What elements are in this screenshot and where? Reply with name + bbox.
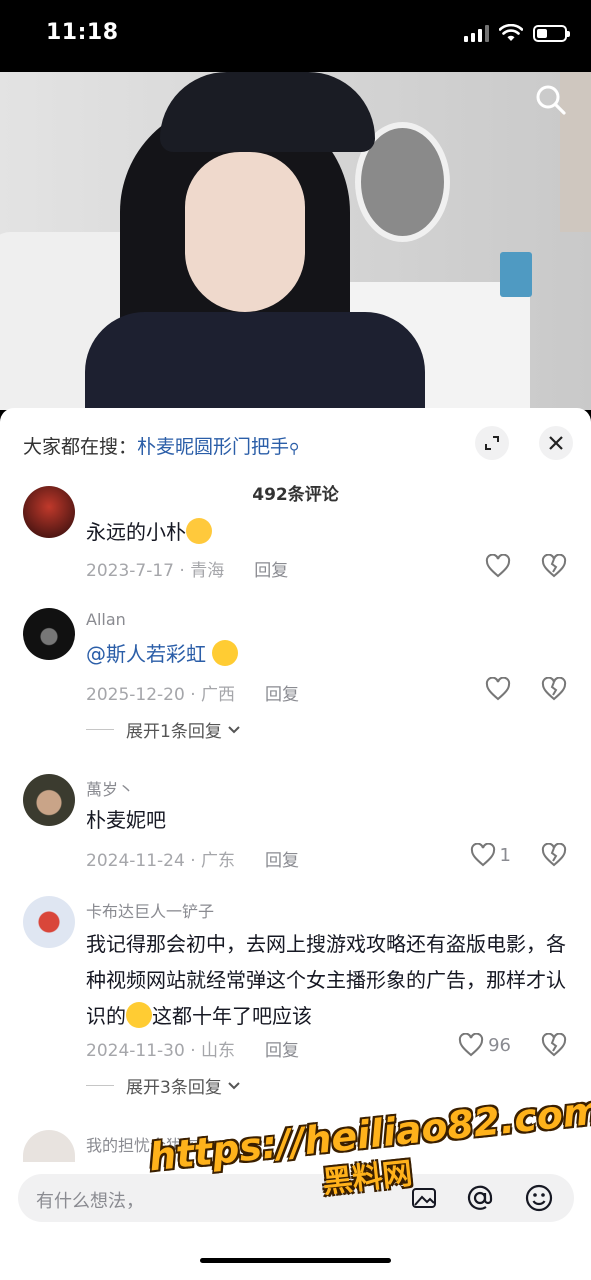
reply-button[interactable]: 回复 bbox=[265, 1041, 299, 1061]
heart-icon bbox=[485, 677, 511, 701]
chevron-down-icon bbox=[228, 1081, 240, 1089]
like-button[interactable]: 1 bbox=[470, 843, 511, 867]
comment-meta: 2024-11-30 · 山东 回复 bbox=[86, 1041, 300, 1061]
dislike-button[interactable] bbox=[541, 1032, 567, 1061]
expand-replies-button[interactable]: 展开3条回复 bbox=[86, 1073, 242, 1098]
comment-text: 我记得那会初中，去网上搜游戏攻略还有盗版电影，各种视频网站就经常弹这个女主播形象… bbox=[86, 932, 566, 1028]
comment-input-placeholder: 有什么想法， bbox=[36, 1191, 144, 1212]
cellular-signal-icon bbox=[464, 24, 489, 42]
comment-username[interactable]: 卡布达巨人一铲子 bbox=[86, 898, 214, 922]
comment-meta: 2023-7-17 · 青海 回复 bbox=[86, 561, 289, 581]
like-count: 1 bbox=[499, 844, 511, 866]
like-button[interactable]: 96 bbox=[458, 1033, 511, 1057]
mention-link[interactable]: @斯人若彩虹 bbox=[86, 642, 206, 666]
reply-button[interactable]: 回复 bbox=[265, 851, 299, 871]
shy-face-emoji bbox=[186, 518, 212, 544]
comment-meta: 2025-12-20 · 广西 回复 bbox=[86, 685, 300, 705]
laughing-crying-emoji bbox=[126, 1002, 152, 1028]
avatar[interactable] bbox=[23, 896, 75, 948]
like-button[interactable] bbox=[485, 677, 511, 701]
heart-icon bbox=[485, 554, 511, 578]
comment-username[interactable]: Allan bbox=[86, 610, 126, 629]
expand-icon bbox=[485, 436, 499, 450]
like-count: 96 bbox=[488, 1034, 511, 1056]
dislike-button[interactable] bbox=[541, 842, 567, 871]
search-icon[interactable] bbox=[535, 84, 567, 116]
expand-replies-button[interactable]: 展开1条回复 bbox=[86, 717, 242, 742]
comment-meta: 2024-11-24 · 广东 回复 bbox=[86, 851, 300, 871]
broken-heart-icon bbox=[541, 676, 567, 701]
video-player[interactable] bbox=[0, 72, 591, 410]
heart-icon bbox=[458, 1033, 484, 1057]
comment-username[interactable]: 萬岁丶 bbox=[86, 776, 134, 800]
expand-sheet-button[interactable] bbox=[475, 426, 509, 460]
avatar[interactable] bbox=[23, 608, 75, 660]
chevron-down-icon bbox=[228, 725, 240, 733]
comment-text: 朴麦妮吧 bbox=[86, 808, 166, 832]
avatar[interactable] bbox=[23, 486, 75, 538]
hot-search-banner[interactable]: 大家都在搜：朴麦昵圆形门把手⚲ bbox=[23, 432, 299, 459]
close-sheet-button[interactable] bbox=[539, 426, 573, 460]
status-time: 11:18 bbox=[46, 20, 119, 45]
comment-text: 永远的小朴 bbox=[86, 514, 571, 550]
comment-count: 492条评论 bbox=[252, 485, 339, 505]
reply-button[interactable]: 回复 bbox=[265, 685, 299, 705]
grin-emoji bbox=[212, 640, 239, 666]
dislike-button[interactable] bbox=[541, 676, 567, 705]
heart-icon bbox=[470, 843, 495, 867]
at-mention-icon[interactable] bbox=[464, 1182, 496, 1214]
small-search-icon: ⚲ bbox=[289, 441, 300, 457]
home-indicator bbox=[200, 1258, 391, 1263]
battery-icon bbox=[533, 24, 570, 42]
hot-search-prefix: 大家都在搜： bbox=[23, 436, 138, 458]
dislike-button[interactable] bbox=[541, 553, 567, 582]
broken-heart-icon bbox=[541, 842, 567, 867]
reply-button[interactable]: 回复 bbox=[254, 561, 288, 581]
comment-text: @斯人若彩虹 bbox=[86, 636, 571, 672]
close-icon bbox=[549, 436, 563, 450]
broken-heart-icon bbox=[541, 1032, 567, 1057]
emoji-icon[interactable] bbox=[523, 1182, 555, 1214]
avatar[interactable] bbox=[23, 774, 75, 826]
status-icons bbox=[464, 24, 570, 42]
status-bar: 11:18 bbox=[0, 0, 591, 72]
like-button[interactable] bbox=[485, 554, 511, 578]
hot-search-keyword[interactable]: 朴麦昵圆形门把手 bbox=[137, 436, 289, 458]
broken-heart-icon bbox=[541, 553, 567, 578]
wifi-icon bbox=[499, 24, 523, 41]
